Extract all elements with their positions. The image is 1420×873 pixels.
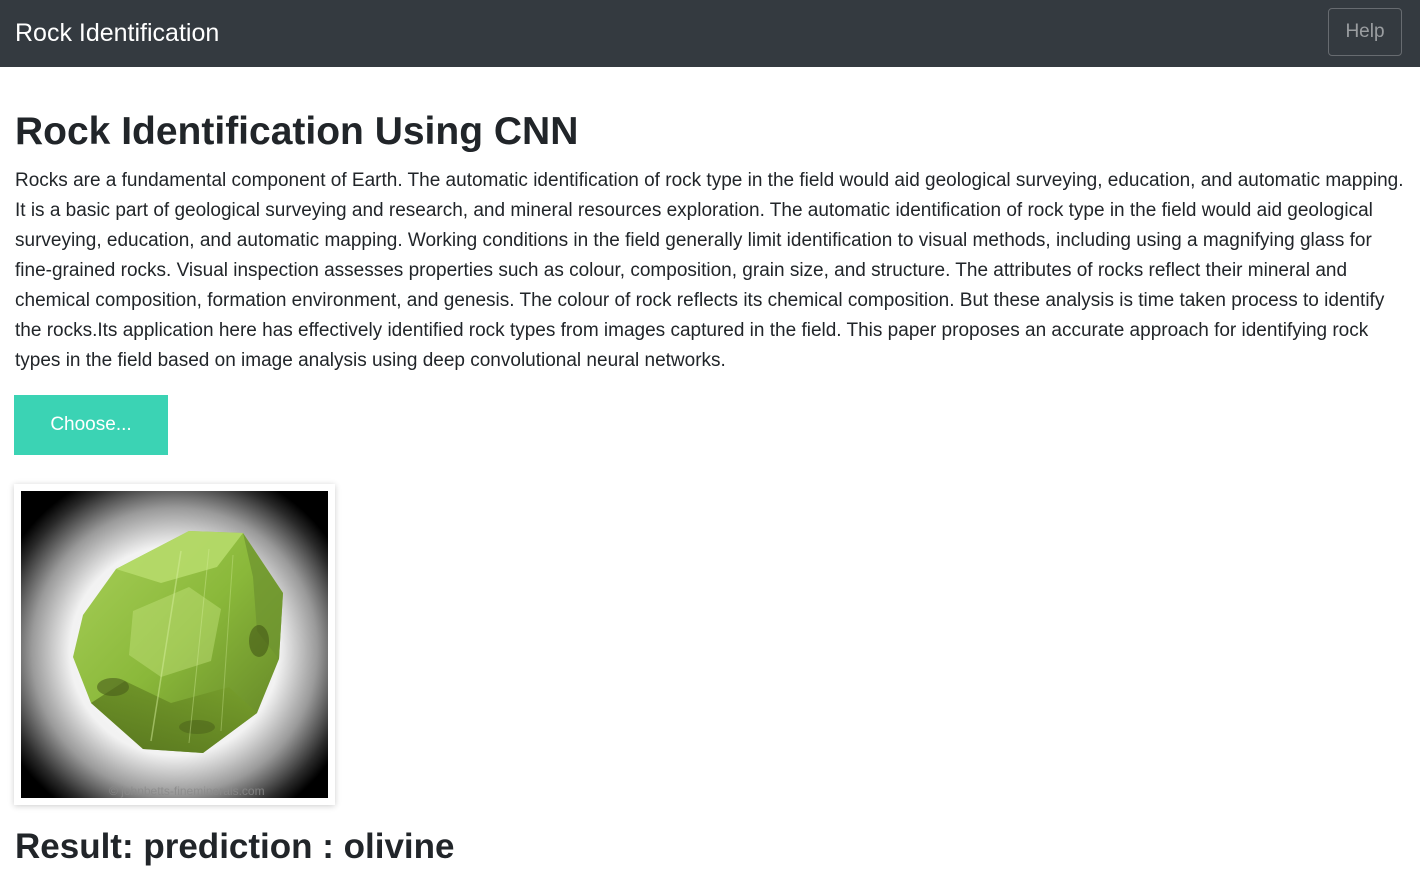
rock-image: © johnbetts-fineminerals.com <box>21 491 328 798</box>
page-title: Rock Identification Using CNN <box>15 110 579 153</box>
brand-title[interactable]: Rock Identification <box>15 17 219 49</box>
uploaded-image-preview: © johnbetts-fineminerals.com <box>14 484 335 805</box>
prediction-result: Result: prediction : olivine <box>15 827 455 866</box>
image-watermark: © johnbetts-fineminerals.com <box>109 784 265 798</box>
choose-file-button[interactable]: Choose... <box>14 395 168 455</box>
description-text: Rocks are a fundamental component of Ear… <box>15 170 1404 371</box>
top-navbar: Rock Identification Help <box>0 0 1420 67</box>
help-button[interactable]: Help <box>1328 8 1402 56</box>
